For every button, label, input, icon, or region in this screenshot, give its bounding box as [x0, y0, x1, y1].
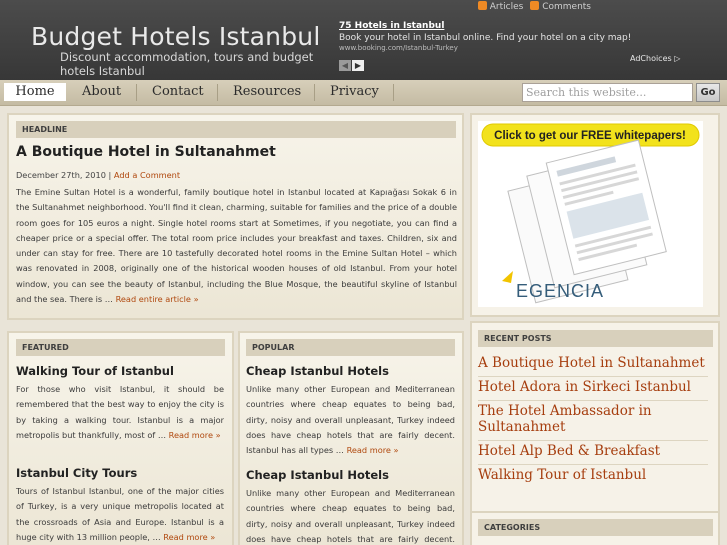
categories-section: CATEGORIES	[470, 511, 720, 545]
feed-links: Articles Comments	[474, 1, 591, 12]
search-button[interactable]: Go	[696, 83, 720, 102]
read-more-link[interactable]: Read more »	[163, 532, 215, 542]
popular-post-title[interactable]: Cheap Istanbul Hotels	[246, 364, 389, 378]
add-comment-link[interactable]: Add a Comment	[114, 170, 180, 180]
nav-privacy[interactable]: Privacy	[330, 84, 379, 99]
rss-icon	[477, 1, 487, 10]
banner-brand: EGENCIA	[516, 281, 604, 301]
nav-resources[interactable]: Resources	[233, 84, 301, 99]
popular-post-text: Unlike many other European and Mediterra…	[246, 488, 455, 544]
articles-feed-link[interactable]: Articles	[477, 1, 526, 12]
read-more-link[interactable]: Read more »	[169, 430, 221, 440]
ad-url[interactable]: www.booking.com/Istanbul-Turkey	[339, 44, 639, 52]
banner-headline: Click to get our FREE whitepapers!	[494, 130, 686, 142]
ad-prev-arrow-icon[interactable]: ◀	[339, 60, 351, 71]
featured-label: FEATURED	[16, 339, 225, 356]
ad-title-link[interactable]: 75 Hotels in Istanbul	[339, 21, 639, 31]
post-date: December 27th, 2010	[16, 170, 106, 180]
adchoices-label: AdChoices	[630, 54, 672, 63]
recent-post-link[interactable]: A Boutique Hotel in Sultanahmet	[478, 353, 708, 377]
popular-post-excerpt: Unlike many other European and Mediterra…	[246, 486, 455, 545]
nav-divider	[217, 84, 218, 101]
site-header: Budget Hotels Istanbul Discount accommod…	[0, 0, 727, 80]
headline-meta: December 27th, 2010 | Add a Comment	[16, 170, 181, 180]
recent-post-link[interactable]: Hotel Alp Bed & Breakfast	[478, 441, 708, 465]
main-nav: Home About Contact Resources Privacy Sea…	[0, 80, 727, 106]
categories-label: CATEGORIES	[478, 519, 713, 536]
featured-post-excerpt: For those who visit Istanbul, it should …	[16, 382, 224, 443]
articles-feed-label: Articles	[489, 2, 524, 12]
nav-home[interactable]: Home	[4, 83, 66, 101]
ad-next-arrow-icon[interactable]: ▶	[352, 60, 364, 71]
search-input[interactable]: Search this website...	[522, 83, 693, 102]
popular-post-excerpt: Unlike many other European and Mediterra…	[246, 382, 455, 458]
site-description: Discount accommodation, tours and budget…	[60, 50, 314, 78]
whitepaper-banner-ad[interactable]: Click to get our FREE whitepapers! EGENC…	[478, 121, 703, 307]
popular-section: POPULAR Cheap Istanbul Hotels Unlike man…	[238, 331, 464, 545]
featured-post-excerpt: Tours of Istanbul Istanbul, one of the m…	[16, 484, 224, 545]
site-title[interactable]: Budget Hotels Istanbul	[31, 22, 320, 51]
headline-post-title[interactable]: A Boutique Hotel in Sultanahmet	[16, 144, 276, 160]
nav-about[interactable]: About	[82, 84, 121, 99]
comments-feed-label: Comments	[542, 2, 591, 12]
adchoices-link[interactable]: AdChoices ▷	[630, 54, 680, 63]
headline-section: HEADLINE A Boutique Hotel in Sultanahmet…	[7, 113, 464, 320]
adchoices-icon: ▷	[674, 54, 681, 63]
recent-post-link[interactable]: Hotel Adora in Sirkeci Istanbul	[478, 377, 708, 401]
headline-excerpt-text: The Emine Sultan Hotel is a wonderful, f…	[16, 187, 457, 305]
comments-feed-link[interactable]: Comments	[530, 1, 591, 12]
nav-divider	[136, 84, 137, 101]
nav-divider	[393, 84, 394, 101]
ad-pager: ◀ ▶	[339, 53, 365, 72]
recent-post-link[interactable]: The Hotel Ambassador in Sultanahmet	[478, 401, 708, 441]
rss-icon	[530, 1, 540, 10]
read-more-link[interactable]: Read more »	[347, 445, 399, 455]
featured-section: FEATURED Walking Tour of Istanbul For th…	[7, 331, 234, 545]
featured-post-title[interactable]: Istanbul City Tours	[16, 466, 137, 480]
popular-post-title[interactable]: Cheap Istanbul Hotels	[246, 468, 389, 482]
headline-excerpt: The Emine Sultan Hotel is a wonderful, f…	[16, 185, 457, 307]
nav-divider	[314, 84, 315, 101]
read-entire-article-link[interactable]: Read entire article »	[116, 294, 199, 304]
recent-posts-list: A Boutique Hotel in Sultanahmet Hotel Ad…	[478, 353, 708, 488]
recent-post-link[interactable]: Walking Tour of Istanbul	[478, 465, 708, 488]
whitepaper-banner-graphic: Click to get our FREE whitepapers! EGENC…	[478, 121, 703, 307]
nav-contact[interactable]: Contact	[152, 84, 204, 99]
featured-post-title[interactable]: Walking Tour of Istanbul	[16, 364, 174, 378]
recent-posts-label: RECENT POSTS	[478, 330, 713, 347]
popular-label: POPULAR	[246, 339, 455, 356]
text-ad: 75 Hotels in Istanbul Book your hotel in…	[339, 21, 639, 52]
ad-text: Book your hotel in Istanbul online. Find…	[339, 33, 632, 43]
headline-label: HEADLINE	[16, 121, 456, 138]
